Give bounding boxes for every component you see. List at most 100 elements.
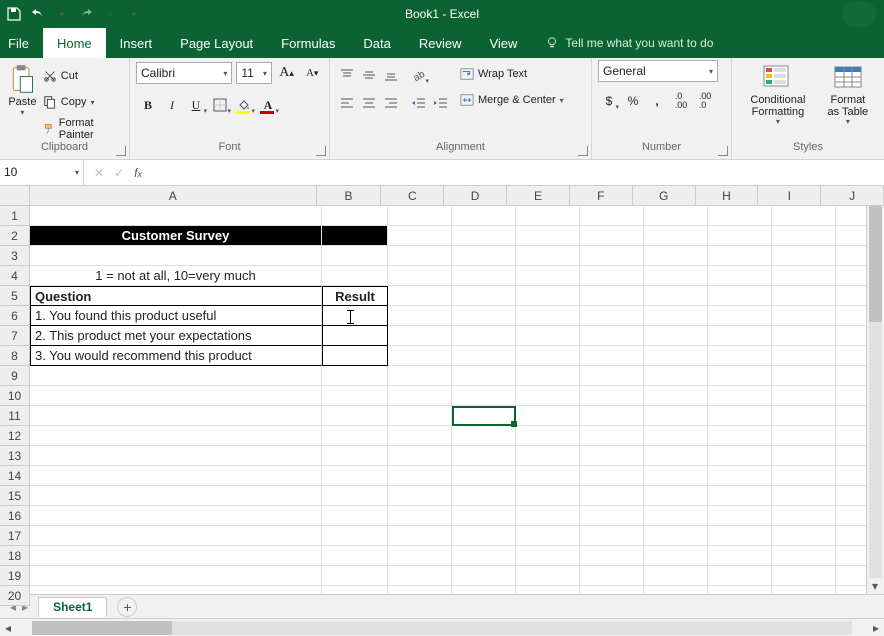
cell-H6[interactable] (708, 306, 772, 326)
cell-D17[interactable] (452, 526, 516, 546)
cell-B14[interactable] (322, 466, 388, 486)
cell-E11[interactable] (516, 406, 580, 426)
paste-button[interactable]: Paste ▾ (6, 60, 39, 141)
cell-E18[interactable] (516, 546, 580, 566)
row-header-17[interactable]: 17 (0, 526, 30, 546)
cell-G4[interactable] (644, 266, 708, 286)
undo-dropdown-icon[interactable]: ▾ (54, 6, 70, 22)
cell-E6[interactable] (516, 306, 580, 326)
cell-B8[interactable] (322, 346, 388, 366)
cell-F18[interactable] (580, 546, 644, 566)
copy-button[interactable]: Copy▾ (43, 92, 121, 112)
cell-B1[interactable] (322, 206, 388, 226)
cell-G3[interactable] (644, 246, 708, 266)
cell-I7[interactable] (772, 326, 836, 346)
cell-D16[interactable] (452, 506, 516, 526)
cell-G5[interactable] (644, 286, 708, 306)
cell-H16[interactable] (708, 506, 772, 526)
cell-A2[interactable]: Customer Survey (30, 226, 322, 246)
cell-G19[interactable] (644, 566, 708, 586)
cell-D1[interactable] (452, 206, 516, 226)
cell-C4[interactable] (388, 266, 452, 286)
vscroll-thumb[interactable] (869, 202, 882, 322)
cell-E13[interactable] (516, 446, 580, 466)
conditional-formatting-button[interactable]: Conditional Formatting▾ (738, 60, 818, 141)
cell-G15[interactable] (644, 486, 708, 506)
cell-D14[interactable] (452, 466, 516, 486)
cell-C17[interactable] (388, 526, 452, 546)
qat-customize-icon[interactable]: ▾ (126, 6, 142, 22)
cell-F9[interactable] (580, 366, 644, 386)
tab-insert[interactable]: Insert (106, 28, 167, 58)
cell-I15[interactable] (772, 486, 836, 506)
increase-indent-icon[interactable] (430, 92, 452, 114)
cell-F15[interactable] (580, 486, 644, 506)
cell-B13[interactable] (322, 446, 388, 466)
row-header-20[interactable]: 20 (0, 586, 30, 606)
orientation-icon[interactable]: ab (408, 64, 430, 86)
cell-F17[interactable] (580, 526, 644, 546)
worksheet-grid[interactable]: ABCDEFGHIJ 12345678910111213141516171819… (0, 186, 884, 606)
cell-B19[interactable] (322, 566, 388, 586)
cell-C1[interactable] (388, 206, 452, 226)
cell-H1[interactable] (708, 206, 772, 226)
cell-I1[interactable] (772, 206, 836, 226)
cell-F3[interactable] (580, 246, 644, 266)
cell-B6[interactable] (322, 306, 388, 326)
cell-G17[interactable] (644, 526, 708, 546)
cell-G9[interactable] (644, 366, 708, 386)
row-header-11[interactable]: 11 (0, 406, 30, 426)
cell-E10[interactable] (516, 386, 580, 406)
col-header-D[interactable]: D (444, 186, 507, 206)
cell-F13[interactable] (580, 446, 644, 466)
cell-G11[interactable] (644, 406, 708, 426)
cell-E15[interactable] (516, 486, 580, 506)
cell-C10[interactable] (388, 386, 452, 406)
cell-F10[interactable] (580, 386, 644, 406)
cell-G14[interactable] (644, 466, 708, 486)
cell-E16[interactable] (516, 506, 580, 526)
cell-H12[interactable] (708, 426, 772, 446)
cancel-formula-icon[interactable]: ✕ (94, 166, 104, 180)
cell-G18[interactable] (644, 546, 708, 566)
col-header-H[interactable]: H (696, 186, 759, 206)
cell-C2[interactable] (388, 226, 452, 246)
font-name-combo[interactable]: Calibri▾ (136, 62, 232, 84)
cell-H3[interactable] (708, 246, 772, 266)
cell-F2[interactable] (580, 226, 644, 246)
cell-A11[interactable] (30, 406, 322, 426)
cell-F16[interactable] (580, 506, 644, 526)
cell-B5[interactable]: Result (322, 286, 388, 306)
cell-C14[interactable] (388, 466, 452, 486)
cell-I5[interactable] (772, 286, 836, 306)
cell-D5[interactable] (452, 286, 516, 306)
align-right-icon[interactable] (380, 92, 402, 114)
cell-E1[interactable] (516, 206, 580, 226)
align-top-icon[interactable] (336, 64, 358, 86)
cell-A9[interactable] (30, 366, 322, 386)
paste-dropdown-icon[interactable]: ▾ (20, 108, 24, 117)
cell-B3[interactable] (322, 246, 388, 266)
cell-D12[interactable] (452, 426, 516, 446)
cell-E7[interactable] (516, 326, 580, 346)
cell-I16[interactable] (772, 506, 836, 526)
cell-D13[interactable] (452, 446, 516, 466)
cell-B17[interactable] (322, 526, 388, 546)
cell-D2[interactable] (452, 226, 516, 246)
cell-G8[interactable] (644, 346, 708, 366)
cell-G2[interactable] (644, 226, 708, 246)
cell-F7[interactable] (580, 326, 644, 346)
cell-F14[interactable] (580, 466, 644, 486)
cell-H7[interactable] (708, 326, 772, 346)
scroll-down-icon[interactable]: ▾ (867, 578, 883, 594)
cell-F19[interactable] (580, 566, 644, 586)
cell-H10[interactable] (708, 386, 772, 406)
cell-D11[interactable] (452, 406, 516, 426)
cell-G16[interactable] (644, 506, 708, 526)
cell-B16[interactable] (322, 506, 388, 526)
row-header-9[interactable]: 9 (0, 366, 30, 386)
col-header-I[interactable]: I (758, 186, 821, 206)
undo-icon[interactable] (30, 6, 46, 22)
cut-button[interactable]: Cut (43, 66, 121, 86)
scroll-left-icon[interactable]: ◂ (0, 620, 16, 636)
